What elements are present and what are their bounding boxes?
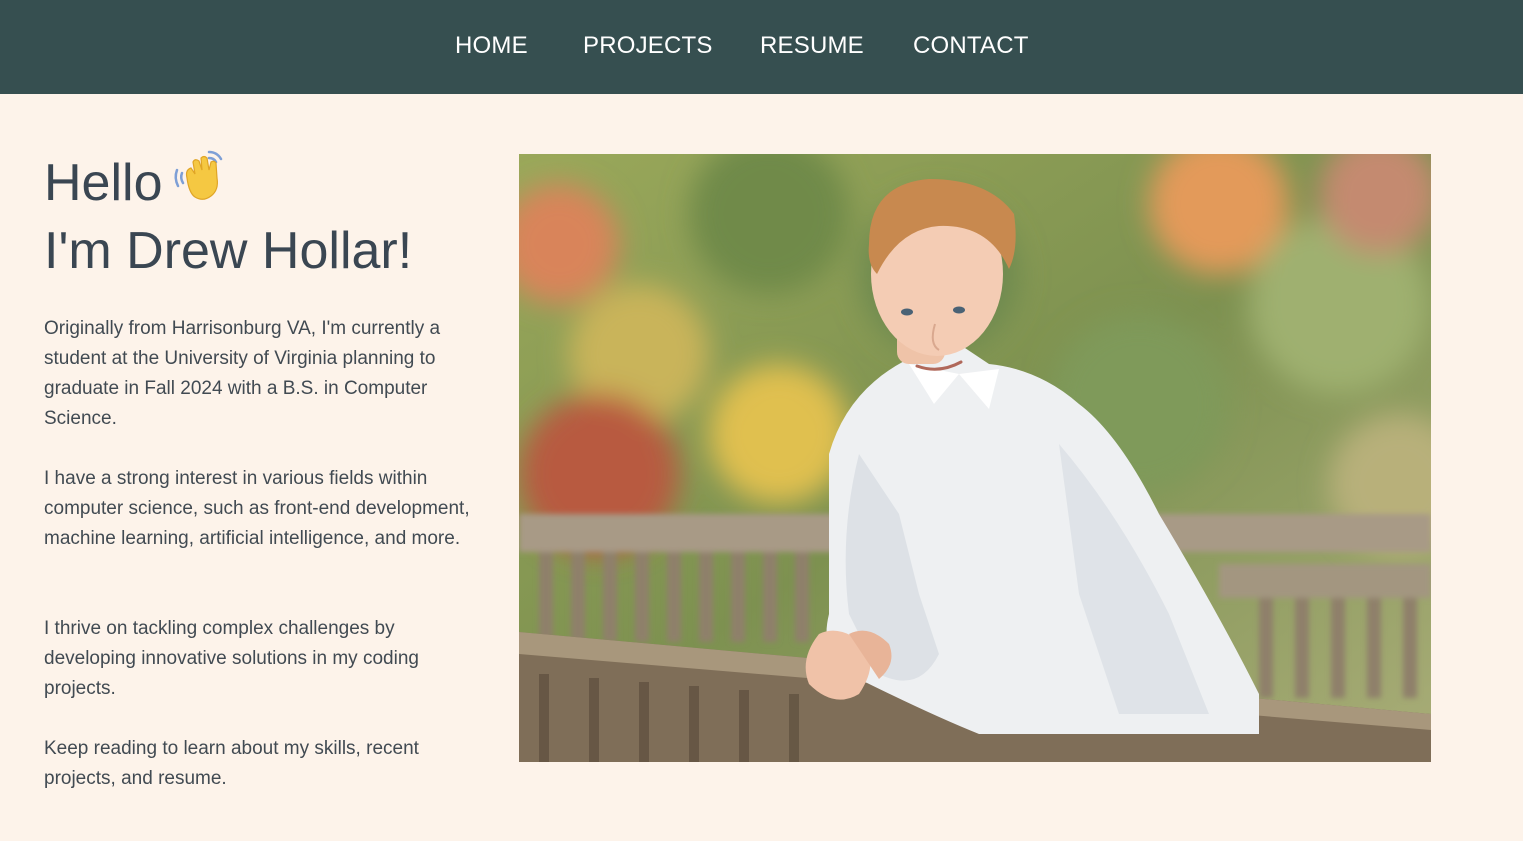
hero-heading: Hello I'm Drew Hollar! [44, 150, 413, 281]
nav-projects-link[interactable]: PROJECTS [583, 31, 713, 61]
nav-home-link[interactable]: HOME [455, 31, 528, 61]
nav-contact-link[interactable]: CONTACT [913, 31, 1029, 61]
bio-paragraph-challenges: I thrive on tackling complex challenges … [44, 618, 419, 699]
top-navbar: HOME PROJECTS RESUME CONTACT [0, 0, 1523, 94]
waving-hand-icon [171, 148, 227, 217]
greeting-text: Hello [44, 154, 163, 213]
bio-paragraph-keep-reading: Keep reading to learn about my skills, r… [44, 738, 419, 789]
bio-paragraph-interests: I have a strong interest in various fiel… [44, 468, 470, 549]
bio-paragraph-origin: Originally from Harrisonburg VA, I'm cur… [44, 318, 441, 429]
name-line-text: I'm Drew Hollar! [44, 222, 413, 280]
nav-resume-link[interactable]: RESUME [760, 31, 864, 61]
profile-photo [519, 154, 1431, 762]
